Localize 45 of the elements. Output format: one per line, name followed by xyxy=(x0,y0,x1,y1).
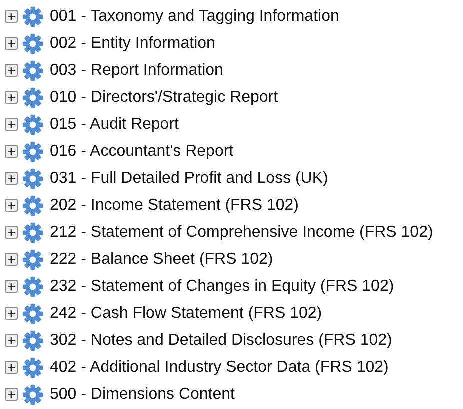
gear-icon xyxy=(22,140,44,162)
gear-icon xyxy=(22,194,44,216)
tree-item[interactable]: 202 - Income Statement (FRS 102) xyxy=(50,196,299,214)
tree-item[interactable]: 010 - Directors'/Strategic Report xyxy=(50,88,278,106)
gear-icon xyxy=(22,32,44,54)
expand-icon[interactable] xyxy=(5,280,18,293)
expand-icon[interactable] xyxy=(5,307,18,320)
tree-item[interactable]: 242 - Cash Flow Statement (FRS 102) xyxy=(50,304,322,322)
expand-icon[interactable] xyxy=(5,118,18,131)
expand-icon[interactable] xyxy=(5,361,18,374)
expand-icon[interactable] xyxy=(5,91,18,104)
expand-icon[interactable] xyxy=(5,37,18,50)
expand-icon[interactable] xyxy=(5,253,18,266)
gear-icon xyxy=(22,248,44,270)
expand-icon[interactable] xyxy=(5,145,18,158)
gear-icon xyxy=(22,60,44,82)
gear-icon xyxy=(22,168,44,190)
gear-icon xyxy=(22,302,44,324)
expand-icon[interactable] xyxy=(5,64,18,77)
gear-icon xyxy=(22,86,44,108)
expand-icon[interactable] xyxy=(5,226,18,239)
tree-item[interactable]: 002 - Entity Information xyxy=(50,34,216,52)
tree-item[interactable]: 212 - Statement of Comprehensive Income (FRS 102) xyxy=(50,224,434,242)
tree-item[interactable]: 015 - Audit Report xyxy=(50,116,179,134)
gear-icon xyxy=(22,330,44,352)
tree-item[interactable]: 222 - Balance Sheet (FRS 102) xyxy=(50,250,274,268)
tree-item[interactable]: 500 - Dimensions Content xyxy=(50,386,235,404)
tree-item[interactable]: 016 - Accountant's Report xyxy=(50,142,234,160)
tree-item[interactable]: 232 - Statement of Changes in Equity (FRS 102) xyxy=(50,278,394,296)
tree-item[interactable]: 003 - Report Information xyxy=(50,62,224,80)
gear-icon xyxy=(22,356,44,378)
tree-item[interactable]: 302 - Notes and Detailed Disclosures (FRS 102) xyxy=(50,332,392,350)
gear-icon xyxy=(22,222,44,244)
expand-icon[interactable] xyxy=(5,172,18,185)
expand-icon[interactable] xyxy=(5,334,18,347)
tree-item[interactable]: 001 - Taxonomy and Tagging Information xyxy=(50,8,340,26)
gear-icon xyxy=(22,384,44,406)
gear-icon xyxy=(22,114,44,136)
gear-icon xyxy=(22,276,44,298)
gear-icon xyxy=(22,6,44,28)
expand-icon[interactable] xyxy=(5,199,18,212)
tree-item[interactable]: 031 - Full Detailed Profit and Loss (UK) xyxy=(50,170,328,188)
tree-item[interactable]: 402 - Additional Industry Sector Data (FRS 102) xyxy=(50,358,389,376)
expand-icon[interactable] xyxy=(5,10,18,23)
expand-icon[interactable] xyxy=(5,388,18,401)
